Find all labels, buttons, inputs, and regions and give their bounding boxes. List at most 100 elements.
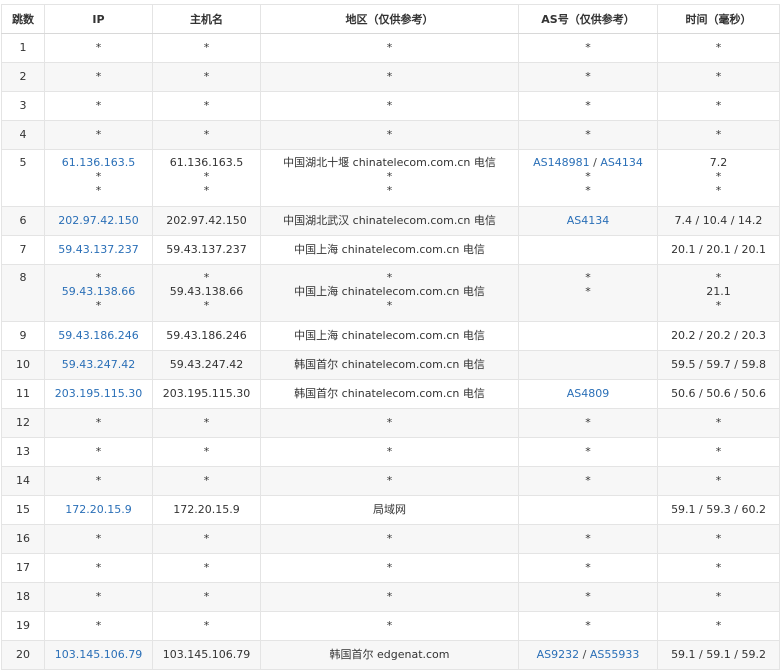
region-text: * — [386, 416, 393, 429]
hostname-text: 59.43.138.66 — [169, 285, 244, 298]
header-as-number: AS号（仅供参考） — [518, 4, 658, 34]
time-cell: * — [657, 408, 780, 438]
time-cell: 59.1 / 59.3 / 60.2 — [657, 495, 780, 525]
as-link[interactable]: AS148981 — [533, 156, 590, 169]
table-row: 11 203.195.115.30 203.195.115.30 韩国首尔 china… — [1, 379, 780, 409]
as-link[interactable]: AS4134 — [600, 156, 643, 169]
as-separator: / — [589, 156, 601, 169]
hostname-text: 172.20.15.9 — [173, 503, 240, 516]
region-text: * — [386, 99, 393, 112]
time-text: * — [715, 184, 722, 197]
time-cell: 59.1 / 59.1 / 59.2 — [657, 640, 780, 670]
region-cell: 韩国首尔 chinatelecom.com.cn 电信 — [260, 350, 519, 380]
hop-cell: 20 — [1, 640, 45, 670]
region-cell: 局域网 — [260, 495, 519, 525]
as-cell: * — [518, 611, 658, 641]
region-cell: * 中国上海 chinatelecom.com.cn 电信 * — [260, 264, 519, 322]
hop-cell: 5 — [1, 149, 45, 207]
ip-link[interactable]: 172.20.15.9 — [65, 503, 131, 516]
hop-cell: 2 — [1, 62, 45, 92]
as-cell: * — [518, 437, 658, 467]
hostname-text: 59.43.186.246 — [166, 329, 247, 342]
table-row: 7 59.43.137.237 59.43.137.237 中国上海 chinatel… — [1, 235, 780, 265]
region-cell: * — [260, 611, 519, 641]
hostname-text: 103.145.106.79 — [162, 648, 251, 661]
ip-cell: * — [44, 553, 153, 583]
ip-link[interactable]: 203.195.115.30 — [55, 387, 142, 400]
ip-link[interactable]: 202.97.42.150 — [58, 214, 138, 227]
region-text: 韩国首尔 edgenat.com — [329, 648, 450, 661]
hostname-text: * — [203, 445, 210, 458]
table-row: 6 202.97.42.150 202.97.42.150 中国湖北武汉 chinat… — [1, 206, 780, 236]
hostname-text: * — [203, 128, 210, 141]
ip-cell: 59.43.247.42 — [44, 350, 153, 380]
as-cell: AS4134 — [518, 206, 658, 236]
as-link[interactable]: AS4809 — [567, 387, 610, 400]
as-cell: AS148981 / AS4134 * * — [518, 149, 658, 207]
ip-text: * — [95, 561, 102, 574]
time-cell: * — [657, 553, 780, 583]
ip-cell: * — [44, 120, 153, 150]
hop-number: 16 — [16, 532, 30, 545]
as-text: * — [585, 99, 591, 112]
time-cell: * — [657, 582, 780, 612]
region-cell: * — [260, 33, 519, 63]
ip-cell: * — [44, 466, 153, 496]
time-text: * — [715, 299, 722, 312]
time-text: 21.1 — [706, 285, 731, 298]
time-text: 59.1 / 59.3 / 60.2 — [671, 503, 766, 516]
time-text: 50.6 / 50.6 / 50.6 — [671, 387, 766, 400]
hop-cell: 15 — [1, 495, 45, 525]
hop-number: 12 — [16, 416, 30, 429]
time-text: 59.5 / 59.7 / 59.8 — [671, 358, 766, 371]
as-cell — [518, 235, 658, 265]
time-text: * — [715, 532, 722, 545]
hop-number: 14 — [16, 474, 30, 487]
ip-text: * — [95, 299, 102, 312]
ip-link[interactable]: 59.43.186.246 — [58, 329, 138, 342]
as-link[interactable]: AS9232 — [537, 648, 580, 661]
ip-text: * — [95, 184, 102, 197]
time-cell: * — [657, 91, 780, 121]
as-cell: AS4809 — [518, 379, 658, 409]
region-cell: 中国上海 chinatelecom.com.cn 电信 — [260, 235, 519, 265]
table-row: 5 61.136.163.5 * * 61.136.163.5 * * 中国湖北十堰 chin… — [1, 149, 780, 207]
region-text: * — [386, 170, 393, 183]
as-link[interactable]: AS4134 — [567, 214, 610, 227]
hostname-text: 202.97.42.150 — [166, 214, 247, 227]
ip-link[interactable]: 61.136.163.5 — [62, 156, 135, 169]
hostname-cell: 172.20.15.9 — [152, 495, 261, 525]
as-cell: * — [518, 582, 658, 612]
hostname-text: * — [203, 41, 210, 54]
region-text: * — [386, 619, 393, 632]
ip-cell: * — [44, 437, 153, 467]
table-row: 10 59.43.247.42 59.43.247.42 韩国首尔 chinatele… — [1, 350, 780, 380]
region-text: 局域网 — [373, 503, 406, 516]
ip-text: * — [95, 170, 102, 183]
table-row: 12 * * * * * — [1, 408, 780, 438]
hostname-text: * — [203, 590, 210, 603]
ip-cell: * — [44, 582, 153, 612]
hostname-text: 203.195.115.30 — [162, 387, 251, 400]
hop-number: 2 — [19, 70, 27, 83]
as-link[interactable]: AS55933 — [590, 648, 640, 661]
hostname-cell: * — [152, 524, 261, 554]
hostname-cell: * — [152, 466, 261, 496]
ip-link[interactable]: 59.43.137.237 — [58, 243, 138, 256]
hop-cell: 6 — [1, 206, 45, 236]
table-body: 1 * * * * * 2 * * * * * 3 * * * * * 4 * * * * * 5 61.136.163.5 * * 6… — [1, 33, 780, 670]
hop-cell: 1 — [1, 33, 45, 63]
as-text: * — [585, 271, 591, 284]
time-text: * — [715, 99, 722, 112]
hop-cell: 16 — [1, 524, 45, 554]
hop-cell: 13 — [1, 437, 45, 467]
header-time: 时间（毫秒） — [657, 4, 780, 34]
region-text: 中国上海 chinatelecom.com.cn 电信 — [294, 329, 485, 342]
table-row: 13 * * * * * — [1, 437, 780, 467]
ip-cell: 61.136.163.5 * * — [44, 149, 153, 207]
as-text: * — [585, 532, 591, 545]
ip-link[interactable]: 59.43.247.42 — [62, 358, 135, 371]
region-cell: 中国上海 chinatelecom.com.cn 电信 — [260, 321, 519, 351]
ip-link[interactable]: 103.145.106.79 — [55, 648, 142, 661]
ip-link[interactable]: 59.43.138.66 — [62, 285, 135, 298]
